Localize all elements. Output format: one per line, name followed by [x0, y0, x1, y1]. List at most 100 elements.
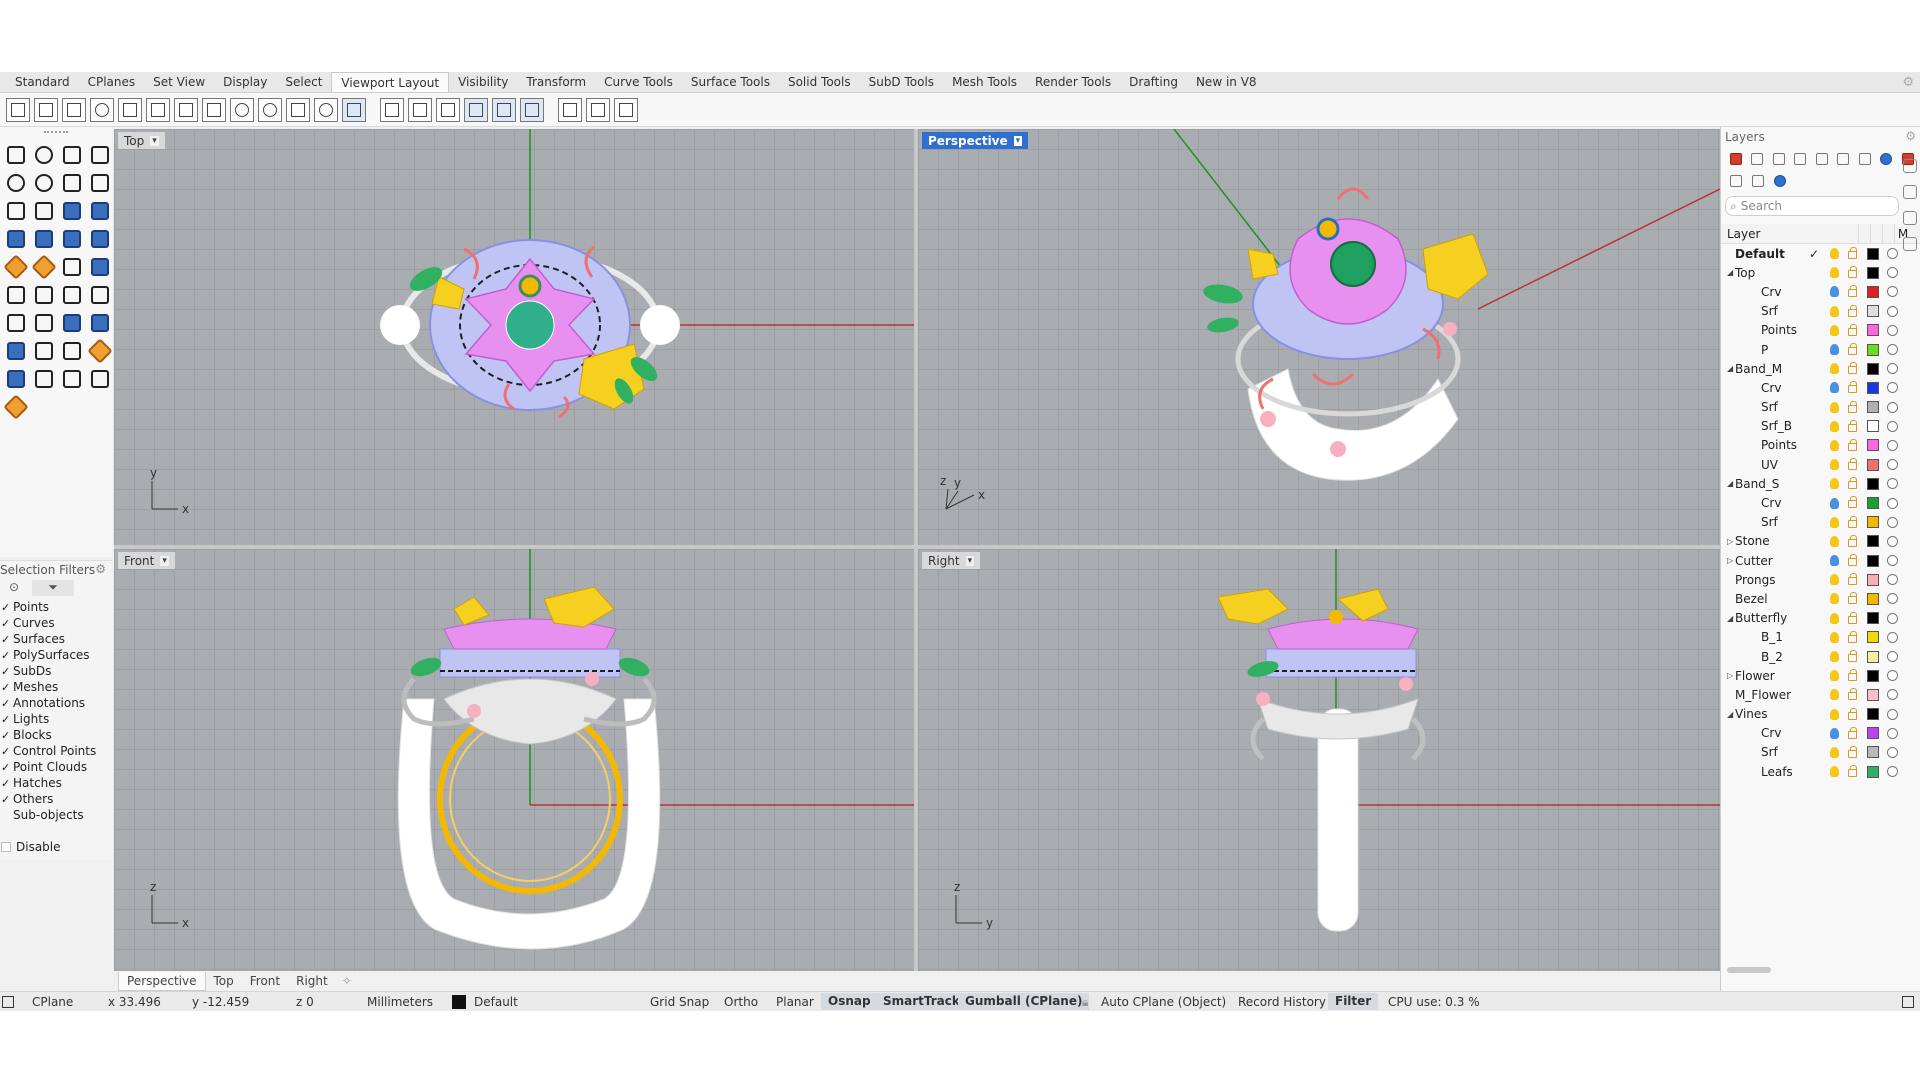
- material-icon[interactable]: [1887, 535, 1898, 547]
- material-icon[interactable]: [1887, 324, 1898, 336]
- analyze-icon[interactable]: [86, 365, 110, 390]
- layer-row[interactable]: Srf: [1721, 743, 1920, 762]
- grid-array-icon[interactable]: [58, 337, 82, 362]
- disable-checkbox[interactable]: [1, 842, 11, 852]
- layer-row[interactable]: Srf_B: [1721, 417, 1920, 436]
- tab-display[interactable]: Display: [214, 73, 276, 91]
- grid-snap-toggle[interactable]: Grid Snap: [650, 995, 709, 1009]
- layer-color-swatch[interactable]: [1867, 439, 1879, 452]
- material-icon[interactable]: [1887, 574, 1898, 586]
- layer-icon[interactable]: [2, 337, 26, 362]
- tab-curve-tools[interactable]: Curve Tools: [595, 73, 682, 91]
- layout-tab-front[interactable]: Front: [242, 972, 288, 990]
- cplane-label[interactable]: CPlane: [32, 995, 73, 1009]
- check-icon[interactable]: ✓: [1, 777, 13, 790]
- planar-toggle[interactable]: Planar: [776, 995, 814, 1009]
- layer-table-icon[interactable]: [1727, 172, 1743, 188]
- polyline-icon[interactable]: [58, 141, 82, 166]
- check-icon[interactable]: ✓: [1, 761, 13, 774]
- camera-icon[interactable]: [520, 97, 544, 122]
- material-icon[interactable]: [1887, 344, 1898, 356]
- lock-icon[interactable]: [1848, 726, 1857, 739]
- polygon-icon[interactable]: [58, 169, 82, 194]
- layer-color-swatch[interactable]: [1867, 381, 1879, 394]
- layer-row[interactable]: ▷ Flower: [1721, 666, 1920, 685]
- split-vertical-icon[interactable]: [146, 97, 170, 122]
- material-icon[interactable]: [1887, 593, 1898, 605]
- trim-icon[interactable]: [30, 365, 54, 390]
- viewport-title-top[interactable]: Top ▾: [118, 132, 165, 149]
- gumball-icon[interactable]: [86, 337, 110, 362]
- units-label[interactable]: Millimeters: [367, 995, 433, 1009]
- paint-icon[interactable]: [2, 393, 26, 418]
- display-icon[interactable]: [1903, 185, 1917, 199]
- layer-row[interactable]: Crv: [1721, 378, 1920, 397]
- gear-icon[interactable]: ⚙: [1902, 75, 1914, 90]
- tab-mesh-tools[interactable]: Mesh Tools: [943, 73, 1026, 91]
- filter-subds[interactable]: ✓ SubDs: [0, 663, 112, 679]
- array-icon[interactable]: [30, 281, 54, 306]
- layer-row[interactable]: Crv: [1721, 282, 1920, 301]
- lock-icon[interactable]: [1848, 669, 1857, 682]
- lightbulb-icon[interactable]: [1830, 631, 1839, 643]
- layer-row[interactable]: ▷ Stone: [1721, 532, 1920, 551]
- materials-icon[interactable]: [1903, 237, 1917, 251]
- collapse-icon[interactable]: ◢: [1727, 479, 1735, 488]
- expand-icon[interactable]: ▷: [1727, 671, 1735, 680]
- viewport-properties-icon[interactable]: [174, 97, 198, 122]
- panel-toggle-icon[interactable]: [2, 996, 14, 1008]
- layer-color-swatch[interactable]: [1867, 592, 1879, 605]
- lightbulb-icon[interactable]: [1830, 324, 1839, 336]
- gumball-toggle[interactable]: Gumball (CPlane): [958, 993, 1090, 1010]
- properties-icon[interactable]: [1903, 211, 1917, 225]
- viewport-right[interactable]: Right ▾ z y: [918, 549, 1720, 971]
- collapse-icon[interactable]: [1856, 150, 1872, 166]
- layer-row[interactable]: Leafs: [1721, 762, 1920, 781]
- move-icon[interactable]: [58, 309, 82, 334]
- record-history-toggle[interactable]: Record History: [1238, 995, 1326, 1009]
- chevron-down-icon[interactable]: ▾: [160, 555, 169, 566]
- check-icon[interactable]: ✓: [1, 697, 13, 710]
- lock-icon[interactable]: [1848, 285, 1857, 298]
- layer-color-swatch[interactable]: [1867, 362, 1879, 375]
- viewport-title-front[interactable]: Front ▾: [118, 552, 175, 569]
- delete-layer-icon[interactable]: [1770, 150, 1786, 166]
- move-down-icon[interactable]: [1834, 150, 1850, 166]
- layer-row[interactable]: UV: [1721, 455, 1920, 474]
- viewport-perspective[interactable]: Perspective ▾ z x y: [918, 129, 1720, 545]
- filter-points[interactable]: ✓ Points: [0, 599, 112, 615]
- lightbulb-icon[interactable]: [1830, 766, 1839, 778]
- lock-icon[interactable]: [1848, 765, 1857, 778]
- filter-control-points[interactable]: ✓ Control Points: [0, 743, 112, 759]
- lock-icon[interactable]: [1848, 362, 1857, 375]
- add-layout-icon[interactable]: ✧: [336, 974, 358, 988]
- select-icon[interactable]: [2, 141, 26, 166]
- layer-row[interactable]: Points: [1721, 321, 1920, 340]
- layer-row[interactable]: ◢ Vines: [1721, 705, 1920, 724]
- lock-icon[interactable]: [1848, 477, 1857, 490]
- check-icon[interactable]: ✓: [1, 745, 13, 758]
- viewport-title-perspective[interactable]: Perspective ▾: [922, 132, 1029, 149]
- split-horizontal-icon[interactable]: [118, 97, 142, 122]
- new-sublayer-icon[interactable]: [1748, 150, 1764, 166]
- osnap-toggle[interactable]: Osnap: [821, 993, 878, 1010]
- material-icon[interactable]: [1887, 305, 1898, 317]
- rotate-icon[interactable]: [58, 281, 82, 306]
- check-icon[interactable]: ✓: [1, 617, 13, 630]
- offset-icon[interactable]: [58, 197, 82, 222]
- lightbulb-icon[interactable]: [1830, 535, 1839, 547]
- filter-blocks[interactable]: ✓ Blocks: [0, 727, 112, 743]
- current-layer-label[interactable]: Default: [474, 995, 518, 1009]
- layer-color-swatch[interactable]: [1867, 497, 1879, 510]
- layer-row[interactable]: ◢ Butterfly: [1721, 609, 1920, 628]
- grid-icon[interactable]: [286, 97, 310, 122]
- layout-tab-perspective[interactable]: Perspective: [118, 971, 206, 991]
- lock-icon[interactable]: [1848, 649, 1857, 662]
- lightbulb-icon[interactable]: [1830, 689, 1839, 701]
- check-icon[interactable]: ✓: [1, 713, 13, 726]
- material-icon[interactable]: [1887, 248, 1898, 260]
- tab-subd-tools[interactable]: SubD Tools: [860, 73, 943, 91]
- chevron-down-icon[interactable]: ▾: [150, 135, 159, 146]
- new-layer-icon[interactable]: [1727, 150, 1743, 166]
- layer-color-swatch[interactable]: [1867, 324, 1879, 337]
